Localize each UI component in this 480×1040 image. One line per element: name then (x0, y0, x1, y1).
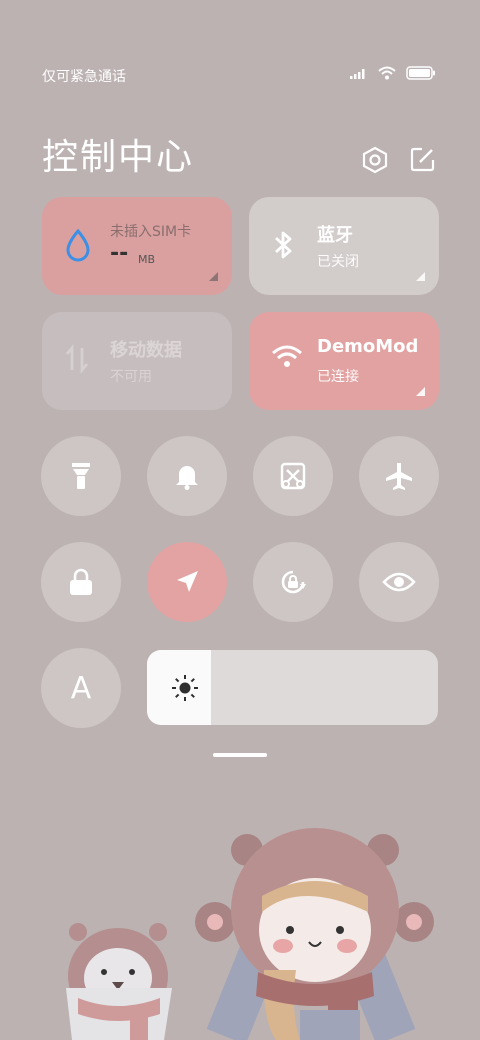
data-usage-unit: MB (138, 253, 156, 266)
brightness-slider[interactable] (147, 650, 438, 725)
water-drop-icon (66, 229, 90, 262)
sim-data-tile[interactable]: 未插入SIM卡 -- MB (42, 197, 232, 295)
bluetooth-status: 已关闭 (317, 254, 359, 270)
wallpaper-illustration (66, 828, 434, 1040)
expand-corner[interactable] (209, 272, 218, 281)
location-toggle[interactable] (147, 542, 227, 622)
penguin-character (66, 923, 172, 1040)
wifi-icon (378, 66, 396, 80)
flashlight-toggle[interactable] (41, 436, 121, 516)
font-icon: A (70, 670, 92, 706)
screenshot-toggle[interactable] (253, 436, 333, 516)
screenshot-icon (280, 462, 306, 490)
mobile-data-tile[interactable]: 移动数据 不可用 (42, 312, 232, 410)
data-transfer-icon (65, 344, 89, 374)
mobile-data-label: 移动数据 (110, 340, 182, 361)
rotation-lock-toggle[interactable] (253, 542, 333, 622)
wifi-tile[interactable]: DemoMod 已连接 (249, 312, 439, 410)
location-icon (177, 571, 198, 592)
expand-corner[interactable] (416, 272, 425, 281)
bluetooth-icon (275, 231, 292, 259)
eye-icon (382, 572, 416, 592)
data-usage-value: -- (110, 241, 129, 266)
drag-handle[interactable] (213, 753, 267, 757)
rotation-lock-icon (281, 570, 306, 594)
airplane-toggle[interactable] (359, 436, 439, 516)
bluetooth-tile[interactable]: 蓝牙 已关闭 (249, 197, 439, 295)
reading-mode-toggle[interactable] (359, 542, 439, 622)
edit-icon[interactable] (410, 146, 436, 172)
signal-icon (350, 69, 365, 79)
lock-icon (70, 568, 92, 595)
expand-corner[interactable] (416, 387, 425, 396)
bluetooth-label: 蓝牙 (317, 225, 353, 246)
sim-status: 未插入SIM卡 (110, 224, 192, 240)
wifi-status: 已连接 (317, 369, 359, 385)
page-title: 控制中心 (42, 137, 195, 178)
mute-toggle[interactable] (147, 436, 227, 516)
status-icons (350, 66, 436, 80)
status-carrier: 仅可紧急通话 (42, 69, 126, 85)
settings-icon[interactable] (362, 146, 388, 174)
mobile-data-status: 不可用 (110, 369, 152, 385)
font-size-toggle[interactable]: A (41, 648, 121, 728)
brightness-icon (172, 675, 198, 701)
bell-icon (176, 466, 198, 490)
lock-screen-toggle[interactable] (41, 542, 121, 622)
girl-character (195, 828, 434, 1040)
flashlight-icon (72, 463, 90, 489)
battery-icon (406, 66, 435, 80)
airplane-icon (386, 463, 412, 490)
wifi-icon (272, 345, 302, 367)
wifi-network-name: DemoMod (317, 336, 419, 357)
